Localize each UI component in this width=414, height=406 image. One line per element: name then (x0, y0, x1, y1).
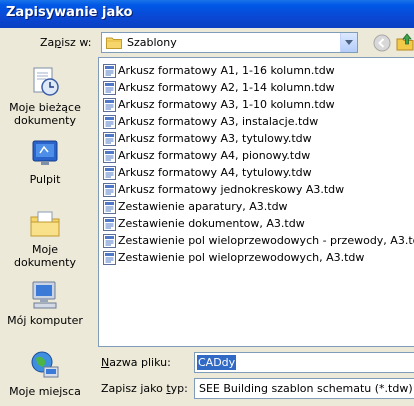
list-item[interactable]: Arkusz formatowy jednokreskowy A3.tdw (103, 182, 344, 198)
list-item[interactable]: Arkusz formatowy A3, 1-10 kolumn.tdw (103, 97, 335, 113)
list-item[interactable]: Arkusz formatowy A2, 1-14 kolumn.tdw (103, 80, 335, 96)
chevron-down-icon[interactable] (340, 33, 357, 52)
title-bar: Zapisywanie jako (0, 0, 414, 28)
file-type-value: SEE Building szablon schematu (*.tdw) (199, 382, 413, 395)
list-item[interactable]: Zestawienie pol wieloprzewodowych, A3.td… (103, 250, 364, 266)
place-desktop[interactable]: Pulpit (3, 137, 87, 186)
tdw-file-icon (103, 166, 116, 180)
list-item[interactable]: Arkusz formatowy A3, instalacje.tdw (103, 114, 318, 130)
place-recent-documents[interactable]: Moje bieżące dokumenty (3, 65, 87, 127)
folder-icon (106, 37, 122, 49)
file-name-value: CADdy (197, 355, 237, 370)
tdw-file-icon (103, 217, 116, 231)
list-item[interactable]: Arkusz formatowy A4, tytulowy.tdw (103, 165, 312, 181)
file-list[interactable]: Arkusz formatowy A1, 1-16 kolumn.tdw Ark… (98, 57, 414, 347)
save-in-value: Szablony (127, 36, 177, 49)
file-name-input[interactable]: CADdy (194, 352, 414, 373)
recent-documents-icon (33, 67, 59, 96)
tdw-file-icon (103, 132, 116, 146)
list-item[interactable]: Arkusz formatowy A3, tytulowy.tdw (103, 131, 312, 147)
places-bar: Moje bieżące dokumenty Pulpit Moje dokum… (3, 57, 87, 406)
my-computer-icon (32, 281, 57, 309)
tdw-file-icon (103, 149, 116, 163)
place-my-computer[interactable]: Mój komputer (3, 278, 87, 327)
window-title: Zapisywanie jako (6, 5, 133, 20)
up-folder-icon[interactable] (396, 32, 414, 52)
tdw-file-icon (103, 183, 116, 197)
tdw-file-icon (103, 251, 116, 265)
network-places-icon (31, 351, 59, 378)
list-item[interactable]: Zestawienie pol wieloprzewodowych - prze… (103, 233, 414, 249)
list-item[interactable]: Zestawienie dokumentow, A3.tdw (103, 216, 305, 232)
tdw-file-icon (103, 64, 116, 78)
file-name-label: Nazwa pliku: (101, 356, 171, 369)
file-type-select[interactable]: SEE Building szablon schematu (*.tdw) (194, 378, 414, 399)
tdw-file-icon (103, 200, 116, 214)
my-documents-icon (30, 211, 60, 237)
tdw-file-icon (103, 98, 116, 112)
back-arrow-icon[interactable] (372, 33, 392, 53)
tdw-file-icon (103, 115, 116, 129)
file-type-label: Zapisz jako typ: (101, 382, 188, 395)
save-in-combo[interactable]: Szablony (101, 32, 358, 53)
list-item[interactable]: Arkusz formatowy A1, 1-16 kolumn.tdw (103, 63, 335, 79)
tdw-file-icon (103, 81, 116, 95)
place-network[interactable]: Moje miejsca (3, 349, 87, 398)
place-my-documents[interactable]: Moje dokumenty (3, 207, 87, 269)
list-item[interactable]: Arkusz formatowy A4, pionowy.tdw (103, 148, 310, 164)
list-item[interactable]: Zestawienie aparatury, A3.tdw (103, 199, 288, 215)
save-in-label: Zapisz w: (40, 36, 92, 49)
desktop-icon (32, 140, 58, 165)
tdw-file-icon (103, 234, 116, 248)
